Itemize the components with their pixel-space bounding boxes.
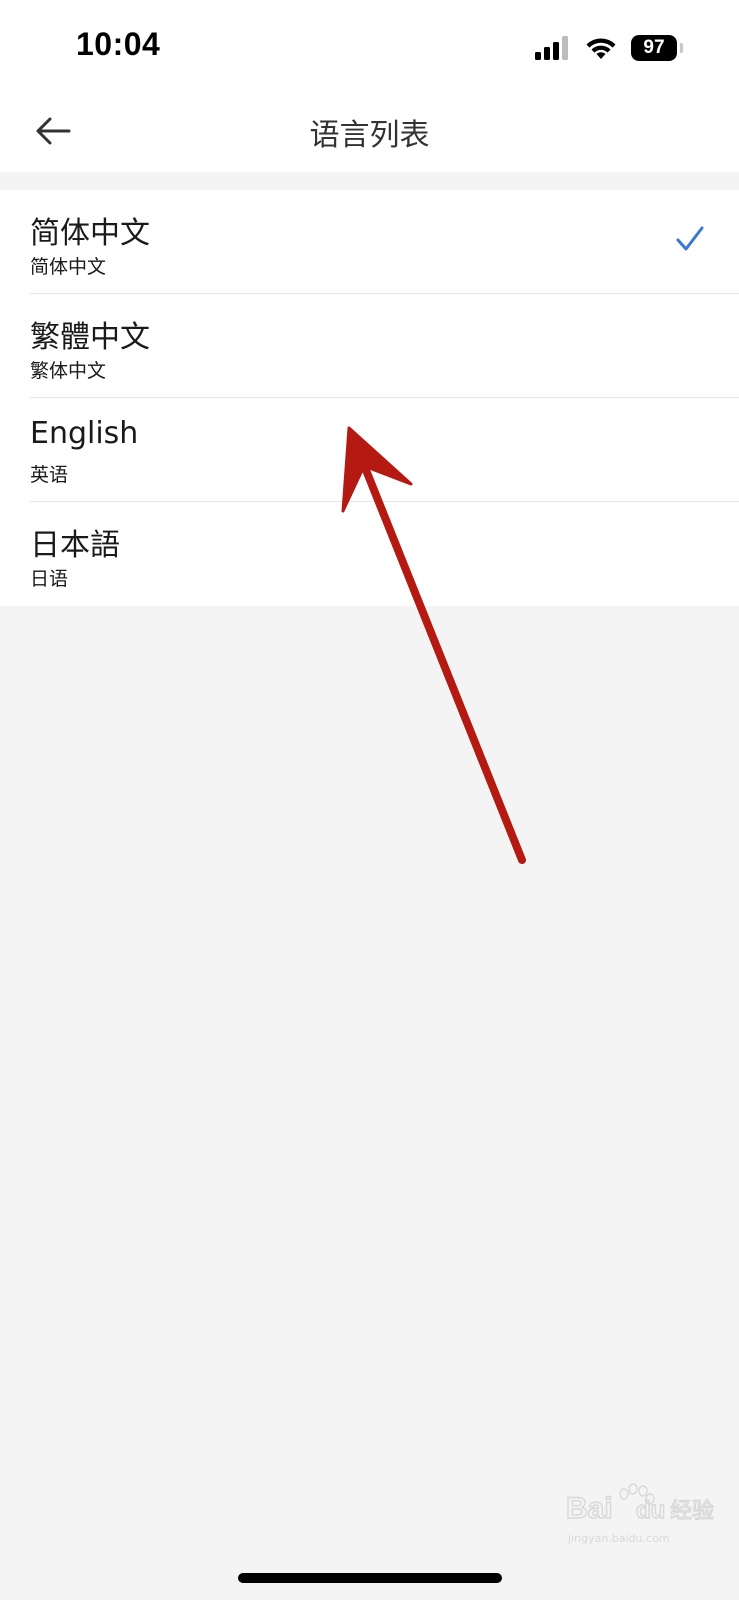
status-icons: 97	[535, 32, 683, 64]
checkmark-icon	[676, 226, 704, 251]
language-title: English	[30, 416, 139, 451]
page-title: 语言列表	[309, 118, 430, 153]
language-item-english[interactable]: English 英语	[0, 398, 739, 502]
baidu-logo-icon: Bai du 经验 jingyan.baidu.com	[565, 1483, 715, 1545]
language-title: 日本語	[30, 528, 120, 563]
svg-text:du: du	[636, 1497, 665, 1524]
battery-icon: 97	[631, 35, 683, 61]
svg-text:jingyan.baidu.com: jingyan.baidu.com	[567, 1532, 670, 1545]
language-subtitle: 简体中文	[30, 256, 107, 278]
battery-level: 97	[643, 37, 665, 58]
language-list: 简体中文 简体中文 繁體中文 繁体中文 English 英语 日本語 日语	[0, 190, 739, 606]
svg-text:Bai: Bai	[566, 1492, 613, 1525]
language-subtitle: 日语	[30, 568, 69, 590]
nav-bar: 语言列表	[0, 92, 739, 172]
language-title: 繁體中文	[30, 320, 150, 355]
baidu-jingyan-watermark: Bai du 经验 jingyan.baidu.com	[565, 1480, 726, 1550]
language-subtitle: 英语	[30, 464, 69, 486]
language-item-traditional-chinese[interactable]: 繁體中文 繁体中文	[0, 294, 739, 398]
status-time: 10:04	[76, 26, 161, 62]
status-bar: 10:04 97	[0, 0, 739, 92]
home-indicator	[238, 1573, 502, 1583]
wifi-icon	[586, 38, 616, 59]
language-item-simplified-chinese[interactable]: 简体中文 简体中文	[0, 190, 739, 294]
language-item-japanese[interactable]: 日本語 日语	[0, 502, 739, 606]
svg-text:经验: 经验	[670, 1499, 714, 1524]
language-subtitle: 繁体中文	[30, 360, 107, 382]
cellular-signal-icon	[535, 36, 568, 60]
language-title: 简体中文	[30, 216, 150, 251]
